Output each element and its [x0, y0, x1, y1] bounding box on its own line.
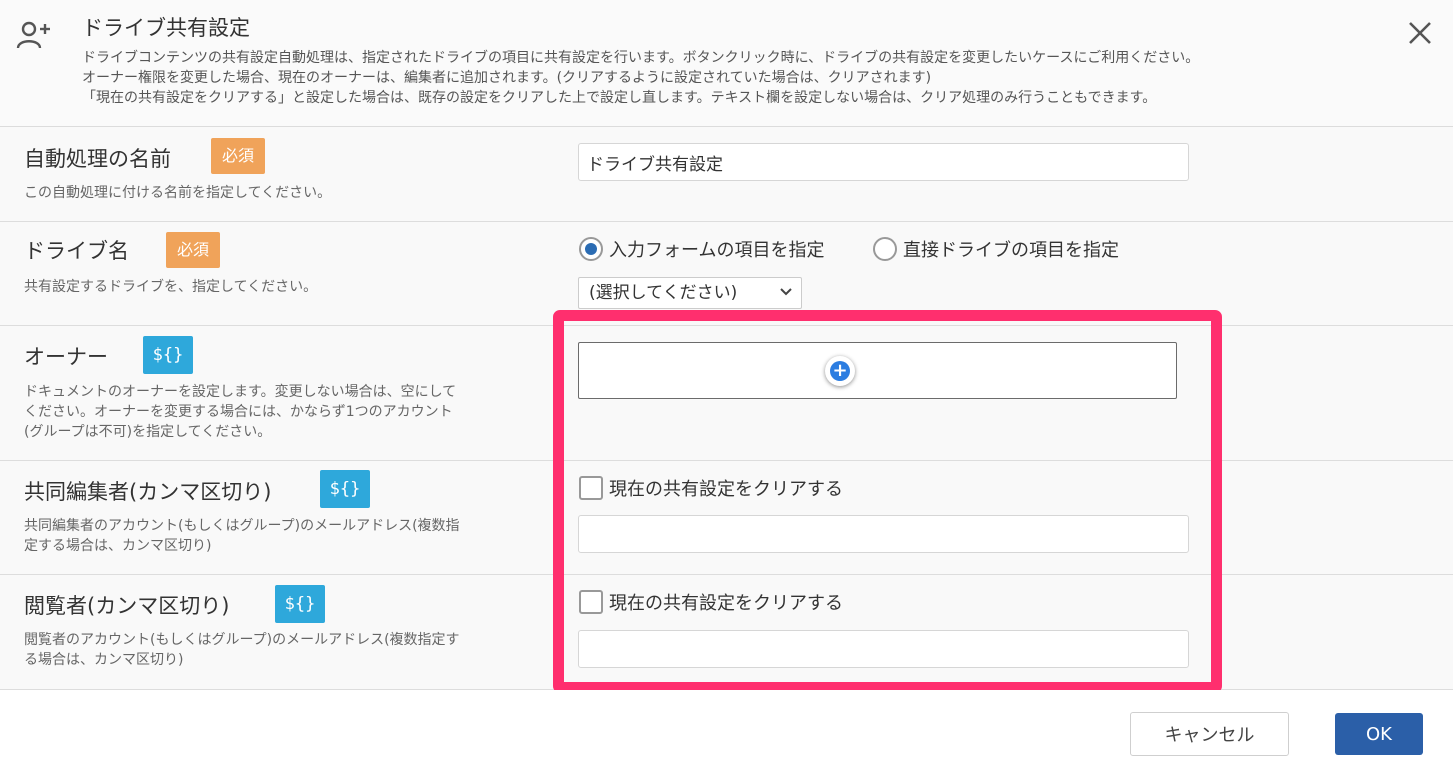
editors-clear-checkbox[interactable]: 現在の共有設定をクリアする [579, 475, 843, 501]
viewers-help-line: 閲覧者のアカウント(もしくはグループ)のメールアドレス(複数指定す [24, 632, 460, 648]
description-line: オーナー権限を変更した場合、現在のオーナーは、編集者に追加されます。(クリアする… [82, 70, 932, 86]
name-label: 自動処理の名前 [24, 147, 171, 171]
add-owner-button[interactable]: + [825, 356, 855, 386]
add-user-icon [16, 21, 50, 49]
owner-help-line: (グループは不可)を指定してください。 [24, 424, 272, 440]
variable-badge[interactable]: ${} [143, 336, 193, 374]
cancel-button[interactable]: キャンセル [1130, 712, 1289, 756]
checkbox[interactable] [579, 476, 603, 500]
name-help: この自動処理に付ける名前を指定してください。 [24, 185, 332, 201]
drive-select[interactable]: (選択してください) [578, 277, 802, 309]
radio-direct-drive-label: 直接ドライブの項目を指定 [903, 240, 1119, 261]
required-badge: 必須 [211, 138, 265, 174]
close-icon[interactable] [1405, 18, 1435, 48]
owner-help: ドキュメントのオーナーを設定します。変更しない場合は、空にして ください。オーナ… [24, 382, 456, 442]
viewers-input[interactable] [578, 630, 1189, 668]
form-row-editors: 共同編集者(カンマ区切り) ${} 共同編集者のアカウント(もしくはグループ)の… [0, 461, 1453, 575]
dialog-header: ドライブ共有設定 ドライブコンテンツの共有設定自動処理は、指定されたドライブの項… [0, 0, 1453, 127]
viewers-help: 閲覧者のアカウント(もしくはグループ)のメールアドレス(複数指定す る場合は、カ… [24, 630, 460, 670]
viewers-clear-label: 現在の共有設定をクリアする [609, 593, 843, 614]
owner-help-line: ください。オーナーを変更する場合には、かならず1つのアカウント [24, 404, 453, 420]
form-row-name: 自動処理の名前 必須 この自動処理に付ける名前を指定してください。 [0, 127, 1453, 222]
owner-help-line: ドキュメントのオーナーを設定します。変更しない場合は、空にして [24, 384, 457, 400]
viewers-help-line: る場合は、カンマ区切り) [24, 652, 184, 668]
description-line: 「現在の共有設定をクリアする」と設定した場合は、既存の設定をクリアした上で設定し… [82, 90, 1157, 106]
dialog-description: ドライブコンテンツの共有設定自動処理は、指定されたドライブの項目に共有設定を行い… [82, 48, 1199, 108]
editors-label: 共同編集者(カンマ区切り) [24, 480, 272, 504]
editors-input[interactable] [578, 515, 1189, 553]
owner-selector[interactable]: + [578, 342, 1177, 399]
radio-direct-drive[interactable]: 直接ドライブの項目を指定 [873, 236, 1119, 262]
drive-help: 共有設定するドライブを、指定してください。 [24, 279, 318, 295]
radio-form-item-label: 入力フォームの項目を指定 [609, 240, 825, 261]
editors-clear-label: 現在の共有設定をクリアする [609, 479, 843, 500]
editors-help-line: 共同編集者のアカウント(もしくはグループ)のメールアドレス(複数指 [24, 518, 460, 534]
drive-select-value: (選択してください) [589, 283, 738, 303]
required-badge: 必須 [166, 232, 220, 268]
viewers-clear-checkbox[interactable]: 現在の共有設定をクリアする [579, 589, 843, 615]
dialog-title: ドライブ共有設定 [82, 16, 250, 40]
editors-help-line: 定する場合は、カンマ区切り) [24, 538, 212, 554]
variable-badge[interactable]: ${} [275, 585, 325, 623]
plus-icon: + [830, 361, 850, 381]
viewers-label: 閲覧者(カンマ区切り) [24, 594, 230, 618]
form-row-viewers: 閲覧者(カンマ区切り) ${} 閲覧者のアカウント(もしくはグループ)のメールア… [0, 575, 1453, 690]
description-line: ドライブコンテンツの共有設定自動処理は、指定されたドライブの項目に共有設定を行い… [82, 50, 1200, 66]
chevron-down-icon [780, 288, 792, 296]
editors-help: 共同編集者のアカウント(もしくはグループ)のメールアドレス(複数指 定する場合は… [24, 516, 460, 556]
owner-label: オーナー [24, 345, 108, 369]
name-input[interactable] [578, 143, 1189, 181]
drive-label: ドライブ名 [24, 239, 129, 263]
variable-badge[interactable]: ${} [320, 470, 370, 508]
radio-button[interactable] [873, 237, 897, 261]
checkbox[interactable] [579, 590, 603, 614]
ok-button[interactable]: OK [1335, 713, 1423, 755]
radio-button-selected[interactable] [579, 237, 603, 261]
form-row-drive: ドライブ名 必須 共有設定するドライブを、指定してください。 入力フォームの項目… [0, 222, 1453, 326]
radio-form-item[interactable]: 入力フォームの項目を指定 [579, 236, 824, 262]
